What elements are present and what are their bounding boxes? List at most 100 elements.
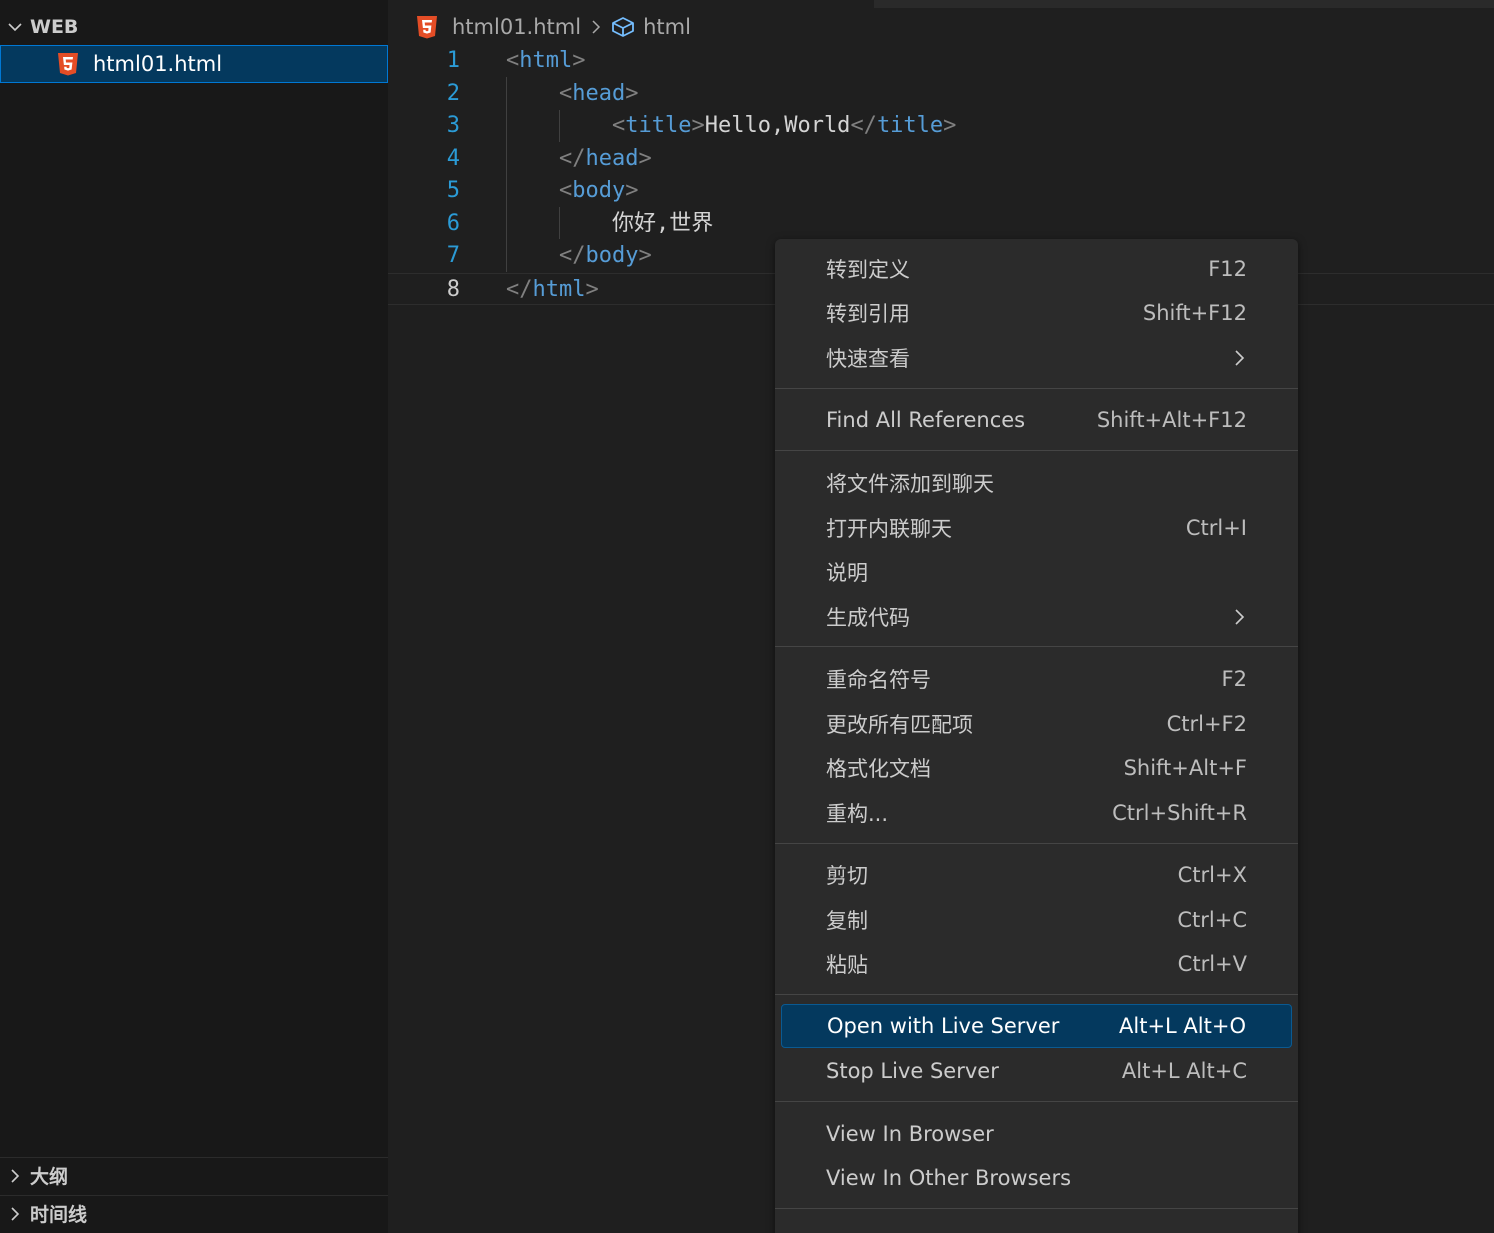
- outline-title: 大纲: [30, 1166, 69, 1188]
- menu-separator: [775, 646, 1298, 647]
- code-line[interactable]: 3 <title>Hello,World</title>: [388, 110, 1494, 143]
- context-menu: 转到定义 F12 转到引用 Shift+F12 快速查看 Find All Re…: [775, 239, 1298, 1233]
- code-line[interactable]: 1 <html>: [388, 45, 1494, 78]
- folder-header-web[interactable]: WEB: [0, 9, 388, 45]
- breadcrumb: html01.html html: [416, 8, 691, 46]
- code-punct: >: [625, 80, 639, 106]
- code-punct: >: [585, 276, 599, 302]
- menu-separator: [775, 1101, 1298, 1102]
- menu-item-shortcut: F12: [1208, 257, 1247, 281]
- menu-item-format-document[interactable]: 格式化文档 Shift+Alt+F: [781, 746, 1292, 790]
- menu-item-label: 生成代码: [826, 606, 910, 630]
- chevron-down-icon: [0, 19, 30, 35]
- code-tag: head: [572, 80, 626, 106]
- breadcrumb-symbol[interactable]: html: [643, 15, 691, 39]
- menu-item-label: 更改所有匹配项: [826, 713, 973, 737]
- menu-item-find-all-references[interactable]: Find All References Shift+Alt+F12: [781, 398, 1292, 442]
- line-number: 7: [446, 243, 460, 268]
- code-line[interactable]: 6 你好,世界: [388, 208, 1494, 241]
- menu-item-peek[interactable]: 快速查看: [781, 336, 1292, 380]
- code-punct: >: [625, 178, 639, 203]
- file-item-html01[interactable]: html01.html: [0, 45, 388, 83]
- menu-separator: [775, 843, 1298, 844]
- code-tag: html: [532, 276, 586, 302]
- code-tag: head: [585, 145, 639, 171]
- menu-item-label: 重构...: [826, 802, 889, 826]
- menu-item-label: Open with Live Server: [827, 1014, 1060, 1038]
- code-punct: </: [506, 276, 533, 302]
- menu-item-shortcut: Shift+Alt+F: [1123, 756, 1247, 780]
- menu-item-go-to-definition[interactable]: 转到定义 F12: [781, 247, 1292, 291]
- menu-item-label: 剪切: [826, 864, 868, 888]
- menu-separator: [775, 994, 1298, 995]
- line-number: 2: [446, 80, 460, 106]
- menu-item-cut[interactable]: 剪切 Ctrl+X: [781, 853, 1292, 897]
- code-punct: </: [559, 243, 586, 268]
- code-punct: >: [638, 243, 652, 268]
- menu-item-shortcut: Ctrl+C: [1177, 908, 1247, 932]
- menu-item-stop-live-server[interactable]: Stop Live Server Alt+L Alt+C: [781, 1049, 1292, 1093]
- chevron-right-icon: [0, 1206, 30, 1222]
- timeline-title: 时间线: [30, 1204, 88, 1226]
- menu-item-shortcut: Ctrl+I: [1185, 516, 1247, 540]
- menu-item-copy[interactable]: 复制 Ctrl+C: [781, 898, 1292, 942]
- menu-item-shortcut: Ctrl+X: [1177, 863, 1247, 887]
- menu-item-label: 将文件添加到聊天: [826, 472, 994, 496]
- horizontal-scrollbar[interactable]: [874, 0, 1494, 8]
- code-line[interactable]: 2 <head>: [388, 78, 1494, 111]
- menu-item-label: View In Other Browsers: [826, 1166, 1072, 1190]
- vscode-window: WEB html01.html 大纲 时间线 html01.html html …: [0, 0, 1494, 1233]
- code-punct: <: [559, 178, 573, 203]
- submenu-chevron-icon: [1231, 608, 1247, 626]
- code-tag: html: [519, 48, 573, 73]
- menu-item-view-in-browser[interactable]: View In Browser: [781, 1112, 1292, 1156]
- code-punct: >: [691, 113, 705, 138]
- code-text: Hello,World: [704, 113, 851, 138]
- menu-item-shortcut: Ctrl+V: [1177, 952, 1247, 976]
- line-number: 5: [446, 178, 460, 203]
- menu-item-shortcut: Ctrl+F2: [1166, 712, 1247, 736]
- line-number: 8: [446, 276, 460, 302]
- submenu-chevron-icon: [1231, 349, 1247, 367]
- code-tag: body: [572, 178, 626, 203]
- menu-item-shortcut: Shift+Alt+F12: [1096, 408, 1247, 432]
- menu-item-inline-chat[interactable]: 打开内联聊天 Ctrl+I: [781, 506, 1292, 550]
- code-line[interactable]: 4 </head>: [388, 143, 1494, 176]
- menu-item-label: 转到引用: [826, 302, 910, 326]
- code-punct: >: [943, 113, 957, 138]
- html5-icon: [58, 53, 78, 76]
- menu-item-shortcut: Alt+L Alt+C: [1121, 1059, 1247, 1083]
- menu-separator: [775, 1208, 1298, 1209]
- timeline-header[interactable]: 时间线: [0, 1195, 388, 1231]
- menu-item-change-all-occurrences[interactable]: 更改所有匹配项 Ctrl+F2: [781, 702, 1292, 746]
- line-number: 1: [446, 48, 460, 73]
- line-number: 4: [446, 145, 460, 171]
- menu-item-label: Stop Live Server: [826, 1059, 999, 1083]
- menu-item-label: View In Browser: [826, 1122, 994, 1146]
- menu-item-generate-code[interactable]: 生成代码: [781, 595, 1292, 639]
- code-tag: title: [625, 113, 692, 138]
- menu-item-paste[interactable]: 粘贴 Ctrl+V: [781, 942, 1292, 986]
- menu-item-go-to-references[interactable]: 转到引用 Shift+F12: [781, 291, 1292, 335]
- menu-item-label: 打开内联聊天: [826, 517, 952, 541]
- menu-item-view-in-other-browsers[interactable]: View In Other Browsers: [781, 1156, 1292, 1200]
- code-line[interactable]: 5 <body>: [388, 175, 1494, 208]
- code-text: 你好,世界: [612, 210, 714, 236]
- outline-header[interactable]: 大纲: [0, 1157, 388, 1193]
- folder-title: WEB: [30, 16, 79, 38]
- menu-item-refactor[interactable]: 重构... Ctrl+Shift+R: [781, 791, 1292, 835]
- code-tag: title: [876, 113, 944, 138]
- code-tag: body: [585, 243, 639, 268]
- menu-item-shortcut: Alt+L Alt+O: [1119, 1014, 1246, 1038]
- breadcrumb-file[interactable]: html01.html: [452, 15, 581, 39]
- menu-item-open-with-live-server[interactable]: Open with Live Server Alt+L Alt+O: [781, 1004, 1292, 1048]
- menu-item-shortcut: Shift+F12: [1142, 301, 1247, 325]
- menu-item-explain[interactable]: 说明: [781, 550, 1292, 594]
- menu-item-rename-symbol[interactable]: 重命名符号 F2: [781, 657, 1292, 701]
- menu-item-label: 快速查看: [826, 347, 910, 371]
- menu-separator: [775, 388, 1298, 389]
- html5-icon: [417, 16, 437, 39]
- menu-item-add-file-to-chat[interactable]: 将文件添加到聊天: [781, 461, 1292, 505]
- menu-item-label: 转到定义: [826, 258, 910, 282]
- line-number: 6: [446, 210, 460, 236]
